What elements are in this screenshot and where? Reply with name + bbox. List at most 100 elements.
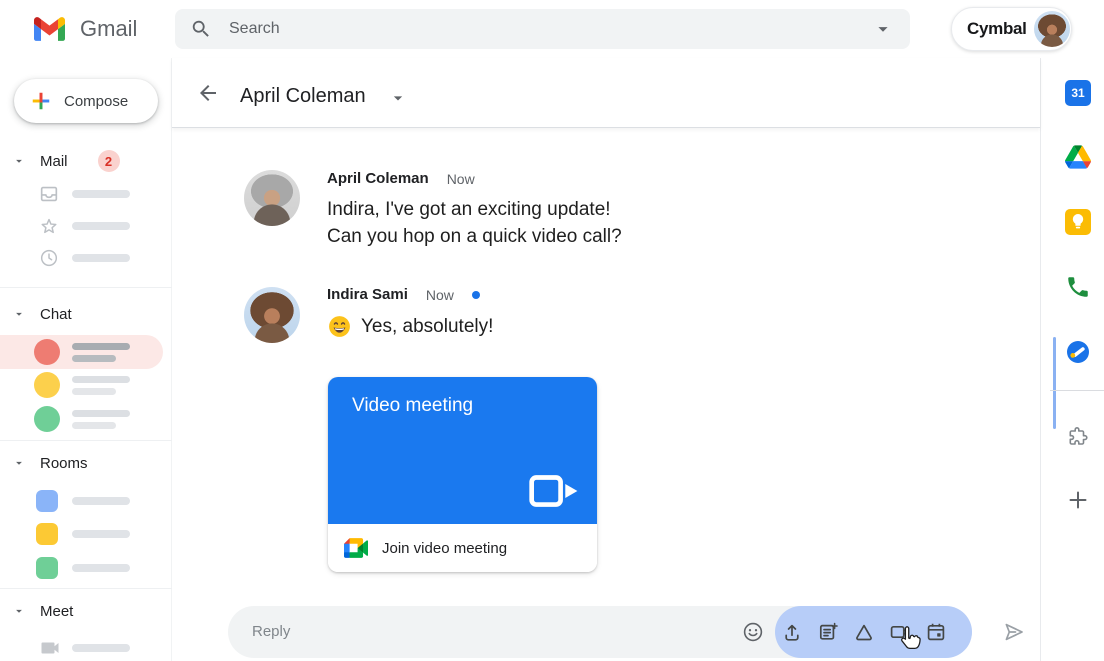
search-options-caret-icon[interactable]: [872, 18, 894, 40]
back-icon[interactable]: [196, 81, 220, 105]
gmail-logo-icon: [34, 17, 65, 41]
reply-placeholder: Reply: [252, 606, 290, 658]
chat-conversation-row-selected[interactable]: [0, 335, 163, 369]
search-icon: [190, 18, 212, 40]
placeholder-bar: [72, 422, 116, 429]
sidebar-divider: [0, 440, 172, 441]
mail-inbox-row[interactable]: [0, 182, 172, 206]
sidebar-section-chat[interactable]: Chat: [0, 303, 172, 325]
search-placeholder: Search: [229, 20, 872, 38]
search-bar[interactable]: Search: [175, 9, 910, 49]
inbox-icon: [38, 183, 60, 205]
google-meet-icon: [344, 538, 368, 558]
grinning-emoji-icon: [327, 314, 352, 339]
unread-dot: [472, 291, 480, 299]
send-icon[interactable]: [1001, 619, 1027, 645]
room-row[interactable]: [0, 489, 172, 513]
sidebar-divider: [0, 588, 172, 589]
videocam-white-icon: [527, 469, 583, 514]
compose-label: Compose: [64, 93, 128, 110]
placeholder-bar: [72, 343, 130, 350]
plus-icon[interactable]: [1065, 487, 1091, 513]
video-card-title: Video meeting: [352, 395, 473, 417]
sidebar-section-meet[interactable]: Meet: [0, 600, 172, 622]
placeholder-bar: [72, 388, 116, 395]
keep-bulb-glyph: [1065, 209, 1091, 235]
chevron-down-icon: [12, 604, 26, 618]
message-header: April Coleman Now: [327, 170, 475, 187]
voice-phone-icon[interactable]: [1065, 274, 1091, 300]
videocam-icon: [38, 636, 62, 660]
calendar-day-label: 31: [1071, 86, 1084, 100]
room-avatar-yellow: [36, 523, 58, 545]
sidebar-section-mail[interactable]: Mail 2: [0, 150, 172, 172]
mail-snoozed-row[interactable]: [0, 246, 172, 270]
upload-icon[interactable]: [780, 620, 804, 644]
drive-attach-icon[interactable]: [852, 620, 876, 644]
avatar-indira-sami[interactable]: [244, 287, 300, 343]
account-chip[interactable]: Cymbal: [951, 7, 1072, 51]
emoji-icon[interactable]: [741, 620, 765, 644]
avatar-april-coleman[interactable]: [244, 170, 300, 226]
mouse-cursor: [896, 624, 924, 656]
calendar-invite-icon[interactable]: [924, 620, 948, 644]
chat-avatar-green: [34, 406, 60, 432]
message-sender: Indira Sami: [327, 286, 408, 303]
left-sidebar: Compose Mail 2: [0, 58, 172, 661]
join-video-meeting-button[interactable]: Join video meeting: [328, 524, 597, 572]
placeholder-bar: [72, 644, 130, 652]
message-header: Indira Sami Now: [327, 286, 480, 303]
new-doc-icon[interactable]: [816, 620, 840, 644]
placeholder-bar: [72, 355, 116, 362]
placeholder-bar: [72, 497, 130, 505]
message-time: Now: [426, 287, 454, 303]
sidebar-section-rooms[interactable]: Rooms: [0, 452, 172, 474]
placeholder-bar: [72, 254, 130, 262]
gmail-wordmark: Gmail: [80, 16, 137, 42]
tasks-icon[interactable]: [1065, 339, 1091, 365]
chat-conversation-row[interactable]: [0, 402, 172, 436]
video-card-banner: Video meeting: [328, 377, 597, 524]
calendar-icon[interactable]: 31: [1065, 80, 1091, 106]
chevron-down-icon: [12, 456, 26, 470]
account-brand-label: Cymbal: [967, 19, 1027, 39]
room-row[interactable]: [0, 522, 172, 546]
gmail-chat-window: Gmail Search Cymbal Compose Ma: [0, 0, 1104, 661]
conversation-header: April Coleman: [172, 58, 1040, 128]
chat-avatar-red: [34, 339, 60, 365]
conversation-menu-caret-icon[interactable]: [388, 88, 408, 108]
chat-conversation-row[interactable]: [0, 368, 172, 402]
star-icon: [38, 215, 60, 237]
compose-button[interactable]: Compose: [14, 79, 158, 123]
addons-puzzle-icon[interactable]: [1066, 425, 1090, 449]
message-body: Indira, I've got an exciting update! Can…: [327, 196, 622, 250]
account-avatar[interactable]: [1034, 11, 1070, 47]
placeholder-bar: [72, 530, 130, 538]
placeholder-bar: [72, 190, 130, 198]
conversation-title: April Coleman: [240, 85, 366, 108]
video-meeting-card[interactable]: Video meeting Join video meeting: [328, 377, 597, 572]
message-body: Yes, absolutely!: [327, 313, 493, 340]
side-panel-scrollbar[interactable]: [1053, 337, 1056, 429]
meet-row[interactable]: [0, 636, 172, 660]
message-sender: April Coleman: [327, 170, 429, 187]
message-line: Indira, I've got an exciting update!: [327, 196, 622, 223]
room-avatar-green: [36, 557, 58, 579]
placeholder-bar: [72, 410, 130, 417]
room-row[interactable]: [0, 556, 172, 580]
mail-starred-row[interactable]: [0, 214, 172, 238]
gmail-brand[interactable]: Gmail: [34, 16, 137, 42]
join-video-meeting-label: Join video meeting: [382, 540, 507, 557]
rail-divider: [1050, 390, 1104, 391]
drive-icon[interactable]: [1065, 145, 1091, 169]
placeholder-bar: [72, 222, 130, 230]
chevron-down-icon: [12, 154, 26, 168]
placeholder-bar: [72, 564, 130, 572]
chevron-down-icon: [12, 307, 26, 321]
mail-unread-badge: 2: [98, 150, 120, 172]
sidebar-divider: [0, 287, 172, 288]
keep-icon[interactable]: [1065, 209, 1091, 235]
message-line: Can you hop on a quick video call?: [327, 223, 622, 250]
message-time: Now: [447, 171, 475, 187]
chat-avatar-yellow: [34, 372, 60, 398]
